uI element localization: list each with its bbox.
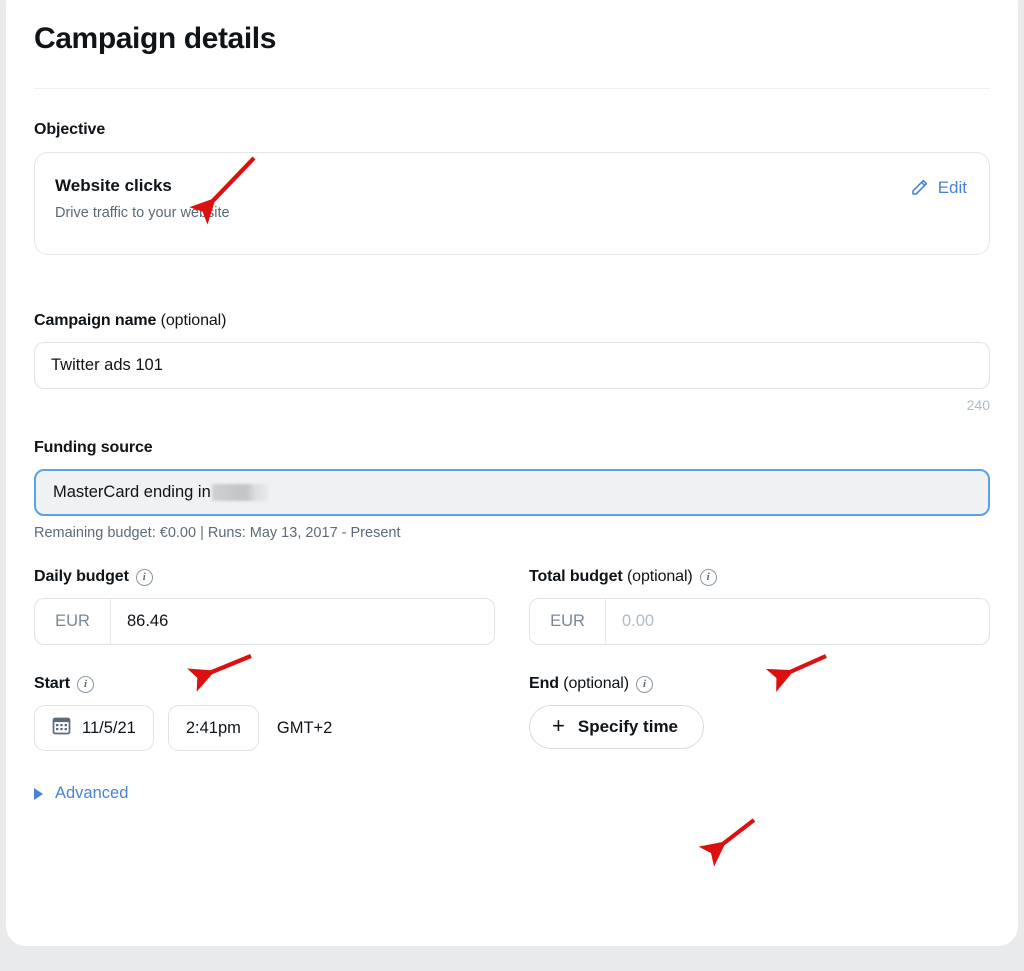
info-icon-start[interactable]: i [76,675,94,693]
daily-budget-value: 86.46 [127,612,169,630]
specify-time-label: Specify time [577,717,679,736]
campaign-details-card: Campaign details Objective Website click… [6,0,1018,946]
specify-time-button[interactable]: + Specify time [529,705,705,749]
screenshot-root: Campaign details Objective Website click… [0,0,1024,971]
advanced-label: Advanced [55,784,129,802]
start-date-field[interactable]: 11/5/21 [34,705,154,751]
header-divider [34,88,990,89]
arrow-to-specify-time [698,818,756,867]
info-icon-total-budget[interactable]: i [699,568,717,586]
edit-objective-button[interactable]: Edit [909,178,967,198]
total-budget-optional: (optional) [622,568,693,585]
total-budget-currency: EUR [530,599,606,644]
campaign-name-optional: (optional) [156,312,227,329]
daily-budget-label: Daily budget [34,568,129,585]
funding-source-value: MasterCard ending in [53,483,211,501]
funding-source-note: Remaining budget: €0.00 | Runs: May 13, … [34,525,401,541]
end-label-text: End [529,675,559,692]
start-timezone: GMT+2 [276,718,333,737]
redacted-card-number [211,484,268,501]
campaign-name-input[interactable]: Twitter ads 101 [34,342,990,389]
campaign-name-label-text: Campaign name [34,312,157,329]
end-optional: (optional) [558,675,629,692]
start-date-value: 11/5/21 [82,718,136,737]
calendar-icon [52,716,71,740]
edit-objective-label: Edit [937,178,967,197]
info-icon-daily-budget[interactable]: i [135,568,153,586]
campaign-name-value: Twitter ads 101 [51,356,163,374]
total-budget-input[interactable]: EUR 0.00 [529,598,990,645]
total-budget-value: 0.00 [622,612,655,630]
funding-source-label: Funding source [34,439,153,456]
info-icon-end[interactable]: i [635,675,653,693]
end-label: End (optional) [529,675,629,693]
triangle-right-icon [34,787,43,800]
start-time-value: 2:41pm [185,718,241,737]
page-title: Campaign details [34,22,276,55]
daily-budget-input[interactable]: EUR 86.46 [34,598,495,645]
campaign-name-label: Campaign name (optional) [34,312,990,330]
advanced-toggle[interactable]: Advanced [34,784,990,803]
total-budget-label-text: Total budget [529,568,623,585]
plus-icon: + [552,713,565,738]
funding-source-select[interactable]: MasterCard ending in [34,469,990,516]
total-budget-label: Total budget (optional) [529,568,693,586]
campaign-name-char-count: 240 [966,397,990,413]
pencil-icon [909,178,929,198]
objective-label: Objective [34,121,106,138]
start-label: Start [34,675,70,692]
objective-name: Website clicks [55,176,172,195]
start-time-field[interactable]: 2:41pm [167,705,259,751]
daily-budget-currency: EUR [35,599,111,644]
objective-description: Drive traffic to your website [55,205,230,221]
objective-card[interactable]: Website clicks Drive traffic to your web… [34,152,990,255]
